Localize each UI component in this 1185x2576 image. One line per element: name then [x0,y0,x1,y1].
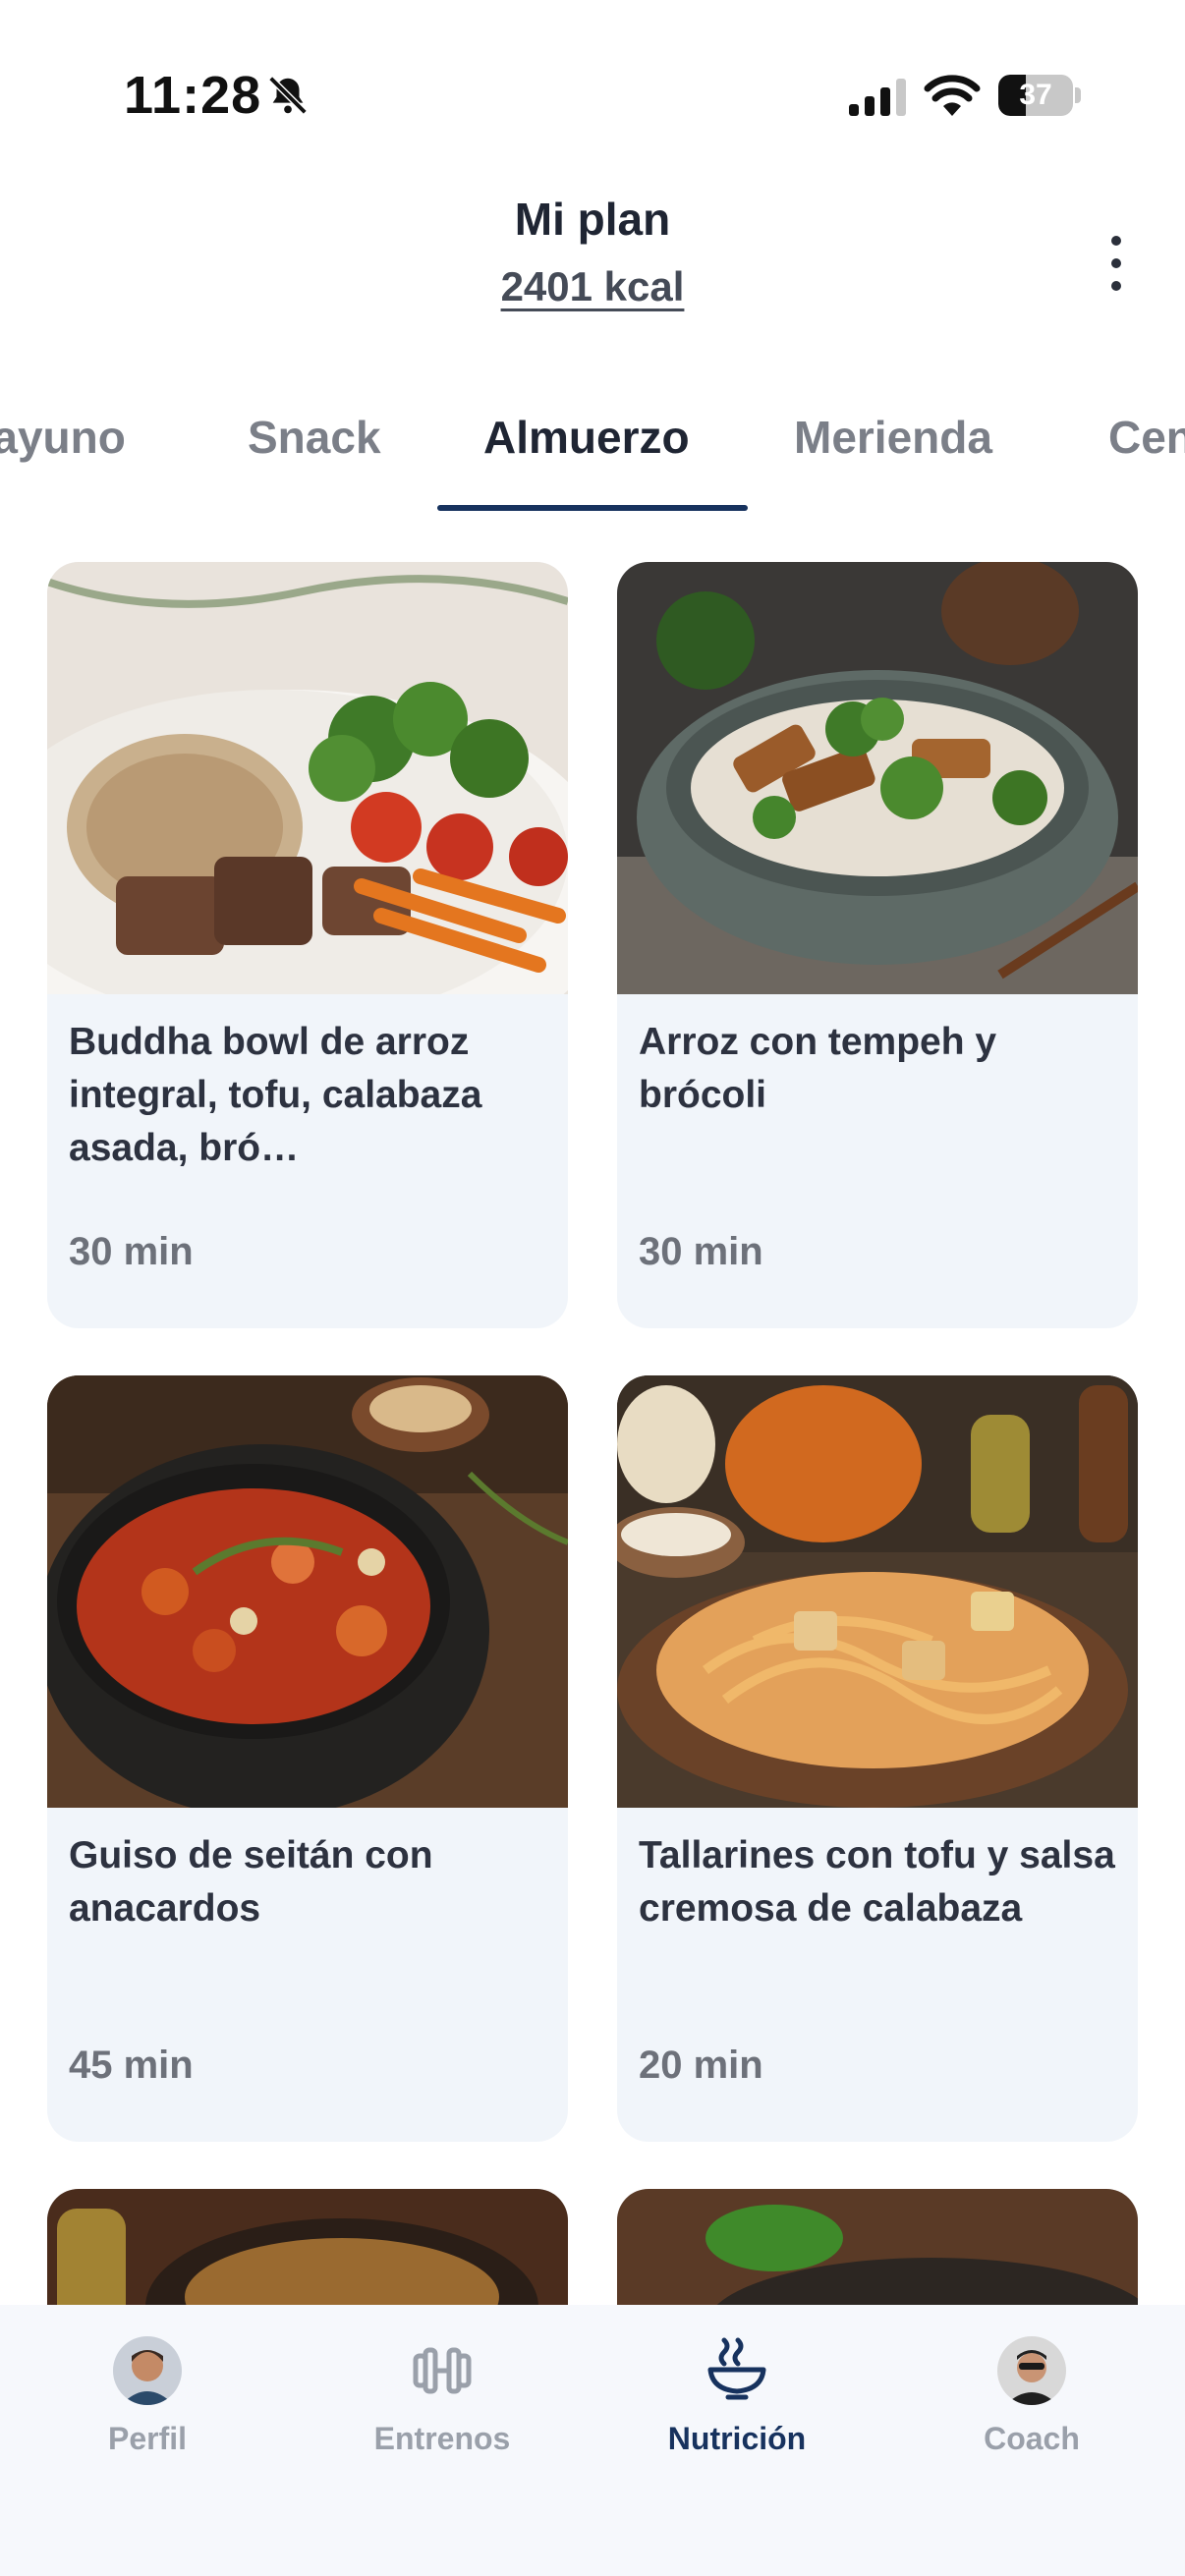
tab-almuerzo[interactable]: Almuerzo [483,411,690,464]
wifi-icon [924,75,981,116]
nav-label: Entrenos [373,2421,511,2456]
tab-snack[interactable]: Snack [248,411,381,464]
tab-cena[interactable]: Cena [1108,411,1185,464]
recipe-card[interactable]: Arroz con tempeh y brócoli 30 min [617,562,1138,1328]
recipe-image-buddha-bowl [47,562,568,994]
recipe-card[interactable]: Tallarines con tofu y salsa cremosa de c… [617,1375,1138,2142]
daily-kcal-label: 2401 kcal [500,263,685,309]
recipe-image-tempeh-rice [617,562,1138,994]
recipe-image-tofu-noodles [617,1375,1138,1808]
status-time: 11:28 [124,66,262,125]
cellular-signal-icon [849,79,906,116]
nav-label: Coach [984,2421,1080,2456]
recipe-title: Guiso de seitán con anacardos [69,1834,433,1930]
tab-merienda[interactable]: Merienda [794,411,992,464]
active-tab-indicator [437,505,748,511]
nav-label: Perfil [107,2421,188,2456]
recipe-title: Buddha bowl de arroz integral, tofu, cal… [69,1021,482,1169]
meal-tabs: Desayuno Snack Almuerzo Merienda Cena [0,393,1185,515]
recipe-image-seitan-stew [47,1375,568,1808]
recipe-time: 30 min [639,1230,763,1273]
bell-muted-icon [268,76,308,115]
battery-percent: 37 [1019,79,1052,111]
nav-nutricion[interactable]: Nutrición [590,2305,884,2501]
tab-desayuno[interactable]: Desayuno [0,411,126,464]
recipe-title: Tallarines con tofu y salsa cremosa de c… [639,1834,1115,1930]
recipe-card[interactable]: Guiso de seitán con anacardos 45 min [47,1375,568,2142]
profile-avatar [113,2336,182,2405]
recipe-title: Arroz con tempeh y brócoli [639,1021,997,1116]
recipe-time: 20 min [639,2044,763,2087]
bowl-icon [707,2337,766,2400]
bottom-navigation: Perfil Entrenos Nutrición Coach [0,2305,1185,2576]
recipe-time: 30 min [69,1230,194,1273]
more-options-icon[interactable] [1100,236,1132,295]
status-bar: 11:28 37 [0,0,1185,187]
recipe-card[interactable]: Buddha bowl de arroz integral, tofu, cal… [47,562,568,1328]
dumbbell-icon [413,2347,472,2394]
page-title: Mi plan [514,194,671,245]
nav-entrenos[interactable]: Entrenos [295,2305,590,2501]
coach-avatar [997,2336,1066,2405]
nav-perfil[interactable]: Perfil [0,2305,295,2501]
daily-kcal-link[interactable]: 2401 kcal [0,263,1185,310]
nav-label: Nutrición [667,2421,807,2456]
battery-icon: 37 [998,75,1081,116]
recipe-time: 45 min [69,2044,194,2087]
nav-coach[interactable]: Coach [884,2305,1179,2501]
